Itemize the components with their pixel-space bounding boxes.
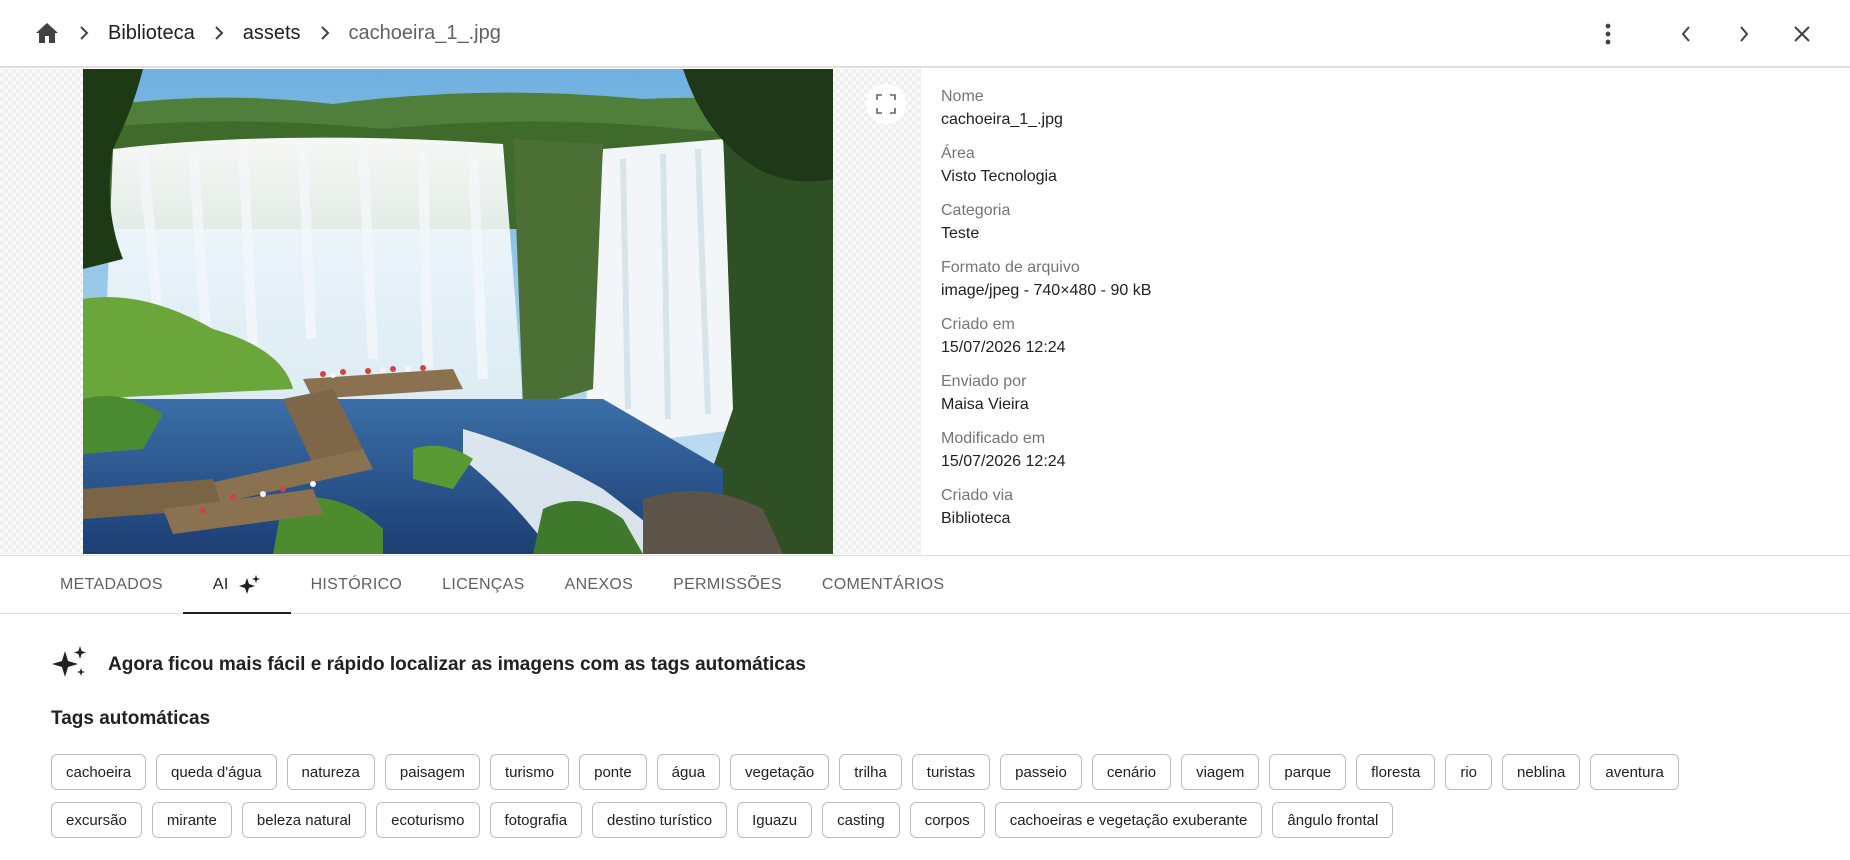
info-label: Nome [941, 88, 984, 105]
info-modified-at: Modificado em 15/07/2026 12:24 [941, 428, 1821, 485]
tag-chip[interactable]: ângulo frontal [1272, 802, 1394, 838]
tag-chip[interactable]: corpos [909, 802, 985, 838]
info-value: 15/07/2026 12:24 [941, 453, 1066, 470]
tag-chip[interactable]: mirante [151, 802, 232, 838]
chevron-right-icon [74, 23, 94, 43]
info-uploaded-by: Enviado por Maisa Vieira [941, 371, 1821, 428]
tag-chip[interactable]: cachoeira [51, 754, 147, 790]
tag-list: cachoeira queda d'água natureza paisagem… [51, 754, 1771, 838]
tag-chip[interactable]: casting [822, 802, 900, 838]
info-name: Nome cachoeira_1_.jpg [941, 86, 1821, 143]
tag-chip[interactable]: passeio [1000, 754, 1082, 790]
info-label: Criado em [941, 316, 1015, 333]
tag-chip[interactable]: fotografia [489, 802, 583, 838]
tag-chip[interactable]: neblina [1502, 754, 1581, 790]
tab-label: PERMISSÕES [673, 575, 782, 593]
info-label: Área [941, 145, 975, 162]
breadcrumb-item-biblioteca[interactable]: Biblioteca [108, 22, 195, 45]
tag-chip[interactable]: parque [1269, 754, 1347, 790]
breadcrumb: Biblioteca assets cachoeira_1_.jpg [0, 0, 501, 66]
tab-anexos[interactable]: ANEXOS [545, 556, 654, 613]
tag-chip[interactable]: queda d'água [156, 754, 277, 790]
tag-chip[interactable]: água [656, 754, 721, 790]
info-label: Criado via [941, 487, 1014, 504]
tag-chip[interactable]: aventura [1590, 754, 1679, 790]
breadcrumb-current: cachoeira_1_.jpg [348, 21, 501, 44]
tab-label: AI [212, 575, 229, 593]
info-file-format: Formato de arquivo image/jpeg - 740×480 … [941, 257, 1821, 314]
image-preview [83, 69, 833, 554]
tag-chip[interactable]: cachoeiras e vegetação exuberante [994, 802, 1263, 838]
tab-ai[interactable]: AI [182, 556, 291, 614]
info-category: Categoria Teste [941, 200, 1821, 257]
tag-chip[interactable]: cenário [1091, 754, 1172, 790]
top-actions [1588, 0, 1850, 68]
tag-chip[interactable]: trilha [839, 754, 902, 790]
file-info-panel: Nome cachoeira_1_.jpg Área Visto Tecnolo… [941, 86, 1821, 542]
info-value: image/jpeg - 740×480 - 90 kB [941, 282, 1152, 299]
sparkles-icon [238, 574, 261, 596]
info-value: cachoeira_1_.jpg [941, 111, 1063, 128]
home-icon[interactable] [34, 20, 60, 46]
tag-chip[interactable]: destino turístico [592, 802, 728, 838]
tags-title: Tags automáticas [51, 708, 211, 729]
info-value: Teste [941, 225, 980, 242]
tab-historico[interactable]: HISTÓRICO [291, 556, 423, 613]
tag-chip[interactable]: ponte [579, 754, 647, 790]
tab-label: COMENTÁRIOS [821, 575, 945, 593]
chevron-right-icon [209, 23, 229, 43]
tag-chip[interactable]: Iguazu [737, 802, 813, 838]
info-label: Enviado por [941, 373, 1027, 390]
tag-chip[interactable]: floresta [1356, 754, 1436, 790]
tag-chip[interactable]: beleza natural [241, 802, 367, 838]
tag-chip[interactable]: ecoturismo [376, 802, 480, 838]
tab-comentarios[interactable]: COMENTÁRIOS [802, 556, 964, 613]
info-area: Área Visto Tecnologia [941, 143, 1821, 200]
info-label: Categoria [941, 202, 1011, 219]
tag-chip[interactable]: rio [1445, 754, 1493, 790]
tab-label: ANEXOS [564, 575, 634, 593]
info-label: Formato de arquivo [941, 259, 1080, 276]
tab-label: LICENÇAS [442, 575, 525, 593]
info-created-at: Criado em 15/07/2026 12:24 [941, 314, 1821, 371]
ai-banner-text: Agora ficou mais fácil e rápido localiza… [108, 653, 806, 675]
chevron-left-icon[interactable] [1666, 14, 1706, 54]
tag-chip[interactable]: paisagem [384, 754, 480, 790]
chevron-right-nav-icon[interactable] [1724, 14, 1764, 54]
tab-label: METADADOS [60, 575, 163, 593]
image-preview-area [0, 69, 921, 554]
tag-chip[interactable]: natureza [286, 754, 375, 790]
more-vert-icon[interactable] [1588, 14, 1628, 54]
tag-chip[interactable]: excursão [51, 802, 142, 838]
info-value: Biblioteca [941, 510, 1011, 527]
info-created-via: Criado via Biblioteca [941, 485, 1821, 542]
close-icon[interactable] [1782, 14, 1822, 54]
tab-label: HISTÓRICO [310, 575, 403, 593]
tag-chip[interactable]: turistas [911, 754, 991, 790]
tab-licencas[interactable]: LICENÇAS [422, 556, 544, 613]
info-value: Visto Tecnologia [941, 168, 1057, 185]
breadcrumb-item-assets[interactable]: assets [243, 22, 301, 45]
tag-chip[interactable]: vegetação [730, 754, 830, 790]
fullscreen-icon[interactable] [866, 84, 906, 124]
tab-metadados[interactable]: METADADOS [40, 556, 183, 613]
top-bar: Biblioteca assets cachoeira_1_.jpg [0, 0, 1850, 68]
chevron-right-icon [315, 23, 335, 43]
info-label: Modificado em [941, 430, 1046, 447]
tab-permissoes[interactable]: PERMISSÕES [653, 556, 802, 613]
tag-chip[interactable]: turismo [489, 754, 570, 790]
ai-banner: Agora ficou mais fácil e rápido localiza… [52, 644, 806, 685]
info-value: Maisa Vieira [941, 396, 1029, 413]
tab-bar: METADADOS AI HISTÓRICO LICENÇAS ANEXOS P… [0, 555, 1850, 614]
info-value: 15/07/2026 12:24 [941, 339, 1066, 356]
tag-chip[interactable]: viagem [1181, 754, 1260, 790]
sparkles-icon [52, 644, 88, 685]
